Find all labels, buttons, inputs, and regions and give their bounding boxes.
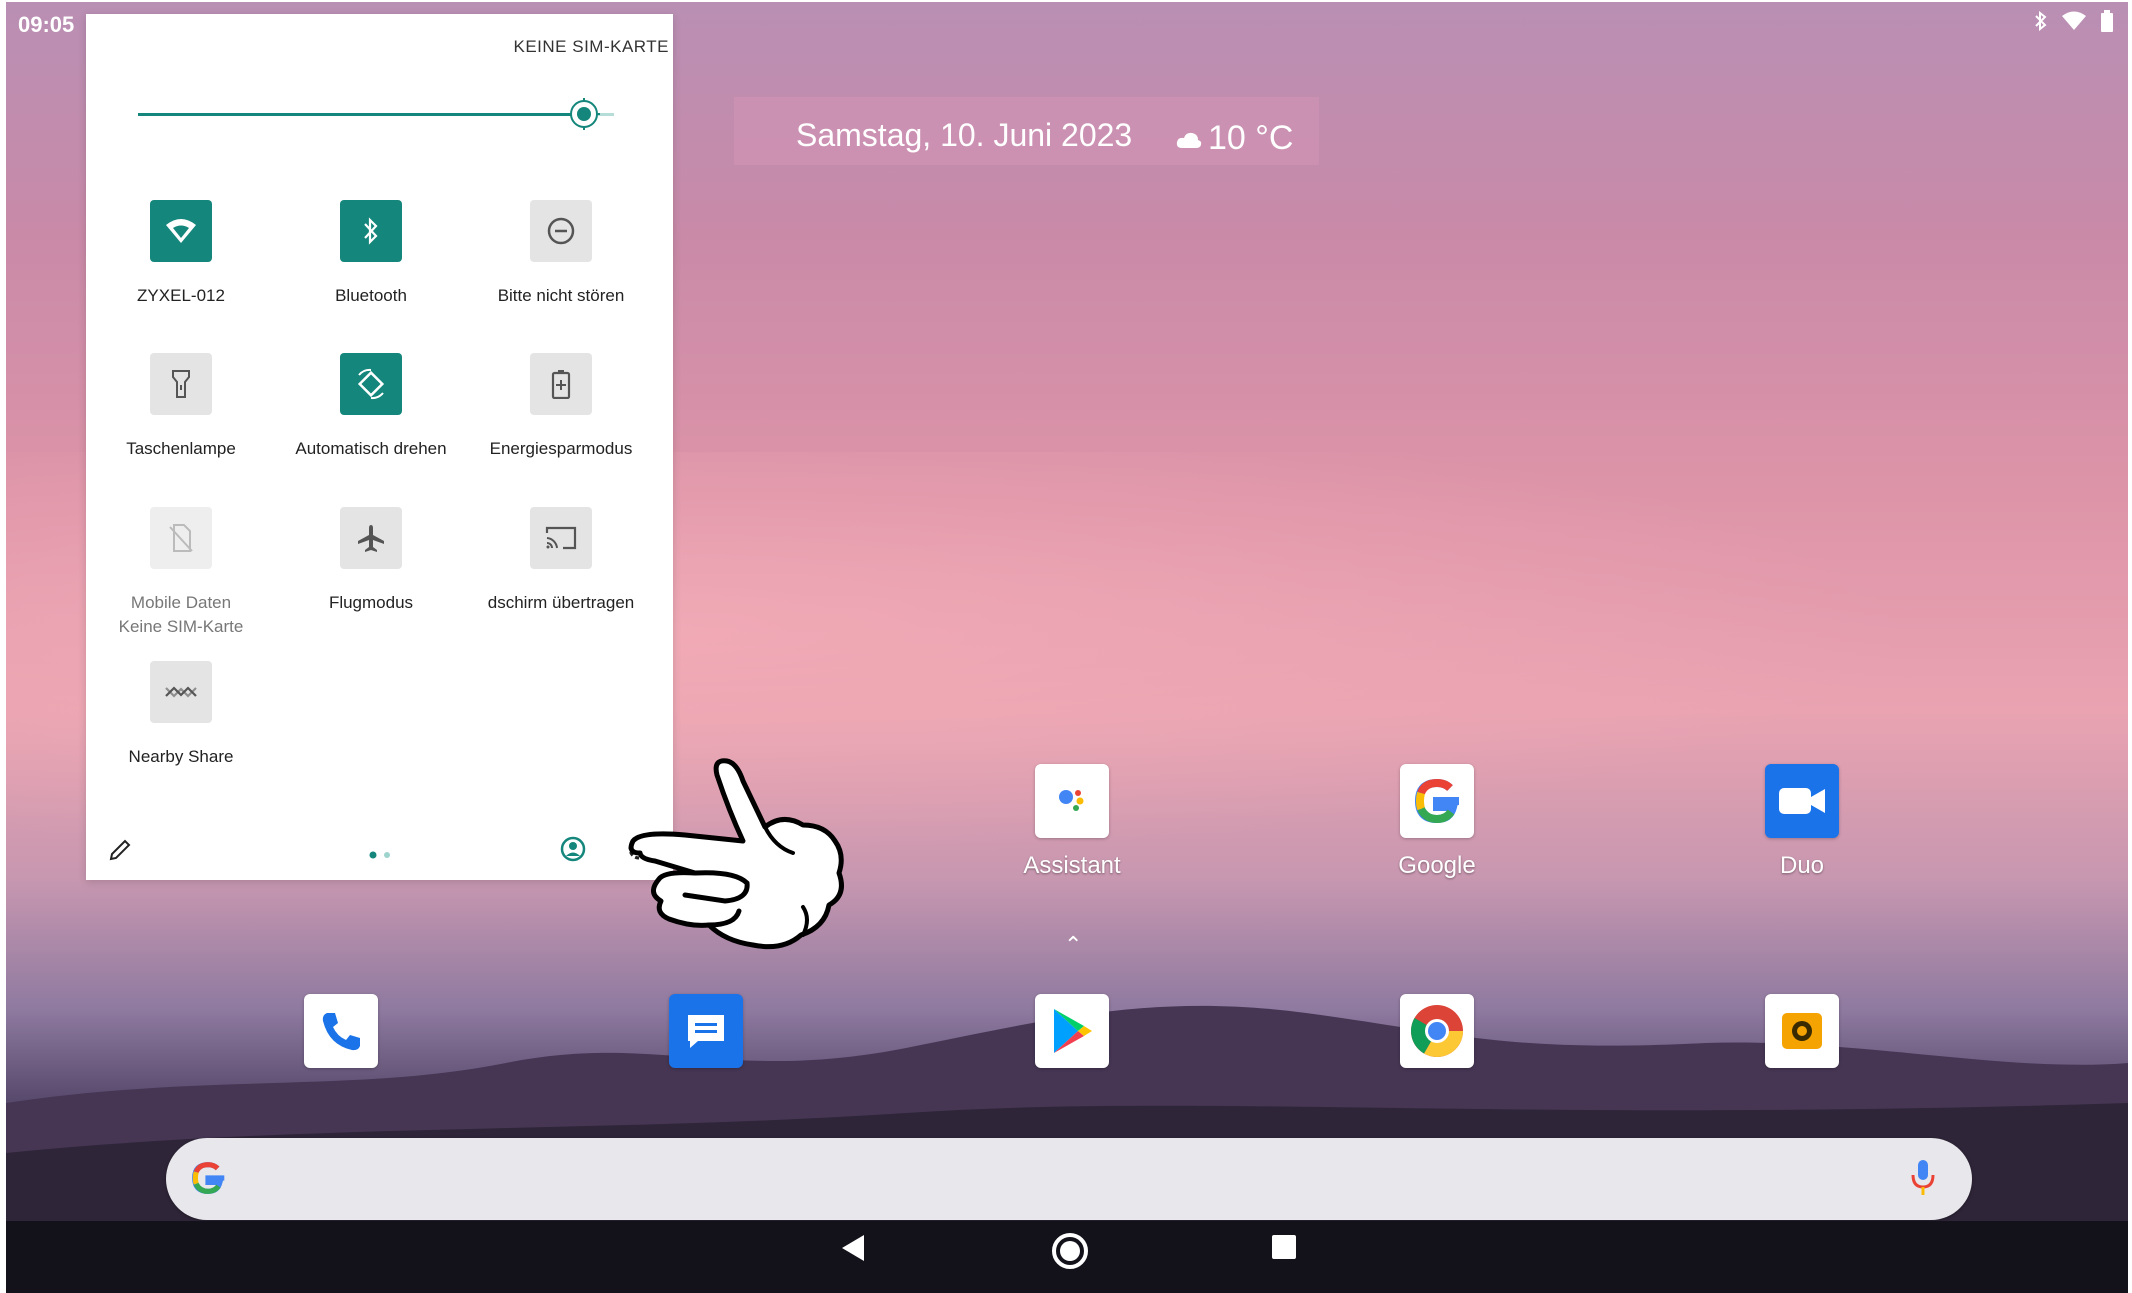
tile-label: dschirm übertragen bbox=[487, 593, 635, 612]
tile-label: Mobile Daten bbox=[130, 593, 232, 612]
tile-label: Flugmodus bbox=[328, 593, 414, 612]
tile-flashlight[interactable]: Taschenlampe bbox=[86, 353, 276, 461]
tile-label: Energiesparmodus bbox=[489, 439, 633, 458]
sim-status: KEINE SIM-KARTE bbox=[513, 37, 669, 56]
quick-settings-footer bbox=[86, 820, 673, 880]
nearby-share-icon bbox=[150, 661, 212, 723]
flashlight-icon bbox=[150, 353, 212, 415]
tile-auto-rotate[interactable]: Automatisch drehen bbox=[276, 353, 466, 461]
battery-saver-icon bbox=[530, 353, 592, 415]
date-text: Samstag, 10. Juni 2023 bbox=[796, 117, 1133, 153]
phone-icon bbox=[304, 994, 378, 1068]
camera-icon bbox=[1765, 994, 1839, 1068]
battery-icon bbox=[2100, 10, 2114, 32]
do-not-disturb-icon bbox=[530, 200, 592, 262]
tile-do-not-disturb[interactable]: Bitte nicht stören bbox=[466, 200, 656, 308]
wifi-icon bbox=[150, 200, 212, 262]
pencil-icon[interactable] bbox=[108, 838, 132, 867]
tile-nearby-share[interactable]: Nearby Share bbox=[86, 661, 276, 769]
weather: 10 °C bbox=[1176, 119, 1293, 158]
google-g-icon bbox=[188, 1158, 228, 1203]
tile-wifi[interactable]: ZYXEL-012 bbox=[86, 200, 276, 308]
bluetooth-icon bbox=[340, 200, 402, 262]
app-label: Assistant bbox=[1023, 852, 1121, 879]
home-button[interactable] bbox=[1050, 1231, 1090, 1276]
app-duo[interactable]: Duo bbox=[1702, 764, 1902, 880]
quick-settings-panel: KEINE SIM-KARTE ZYXEL-012 Bluetooth Bitt… bbox=[86, 14, 673, 880]
tile-screen-cast[interactable]: dschirm übertragen bbox=[466, 507, 656, 615]
cloud-icon bbox=[1176, 119, 1202, 158]
chrome-icon bbox=[1400, 994, 1474, 1068]
wifi-icon bbox=[2062, 11, 2086, 31]
tile-label: Automatisch drehen bbox=[295, 439, 447, 458]
status-time: 09:05 bbox=[18, 12, 75, 37]
cast-icon bbox=[530, 507, 592, 569]
app-label: Google bbox=[1398, 852, 1476, 879]
tile-battery-saver[interactable]: Energiesparmodus bbox=[466, 353, 656, 461]
dock-camera[interactable] bbox=[1702, 994, 1902, 1068]
recents-button[interactable] bbox=[1270, 1233, 1298, 1266]
duo-icon bbox=[1765, 764, 1839, 838]
dock-phone[interactable] bbox=[241, 994, 441, 1068]
app-label: Duo bbox=[1779, 852, 1825, 879]
tile-label: Nearby Share bbox=[128, 747, 234, 766]
dock-play-store[interactable] bbox=[972, 994, 1172, 1068]
navigation-bar bbox=[6, 1221, 2128, 1293]
back-button[interactable] bbox=[840, 1233, 868, 1268]
google-icon bbox=[1400, 764, 1474, 838]
brightness-slider-track[interactable] bbox=[138, 113, 574, 116]
google-search-bar[interactable] bbox=[166, 1138, 1972, 1220]
dock-messages[interactable] bbox=[606, 994, 806, 1068]
app-assistant[interactable]: Assistant bbox=[972, 764, 1172, 880]
pointing-hand-icon bbox=[628, 758, 844, 950]
brightness-slider-thumb[interactable] bbox=[568, 98, 600, 130]
date-weather-widget[interactable]: Samstag, 10. Juni 2023 10 °C bbox=[734, 97, 1319, 165]
page-indicator bbox=[369, 846, 395, 864]
temperature: 10 °C bbox=[1208, 119, 1294, 157]
app-google[interactable]: Google bbox=[1337, 764, 1537, 880]
mobile-data-icon bbox=[150, 507, 212, 569]
tile-label: ZYXEL-012 bbox=[137, 286, 225, 305]
airplane-icon bbox=[340, 507, 402, 569]
tile-airplane-mode[interactable]: Flugmodus bbox=[276, 507, 466, 615]
status-icons bbox=[2034, 10, 2114, 32]
tile-label: Taschenlampe bbox=[126, 439, 236, 458]
tile-label: Bitte nicht stören bbox=[497, 286, 625, 305]
play-store-icon bbox=[1035, 994, 1109, 1068]
mic-icon[interactable] bbox=[1910, 1158, 1936, 1203]
tile-mobile-data[interactable]: Mobile Daten Keine SIM-Karte bbox=[86, 507, 276, 639]
bluetooth-icon bbox=[2034, 11, 2048, 31]
assistant-icon bbox=[1035, 764, 1109, 838]
dock-chrome[interactable] bbox=[1337, 994, 1537, 1068]
messages-icon bbox=[669, 994, 743, 1068]
tile-label: Bluetooth bbox=[335, 286, 407, 305]
user-icon[interactable] bbox=[560, 836, 586, 867]
tile-sublabel: Keine SIM-Karte bbox=[118, 617, 244, 636]
tile-bluetooth[interactable]: Bluetooth bbox=[276, 200, 466, 308]
app-drawer-caret-icon[interactable]: ⌃ bbox=[1064, 932, 1082, 958]
auto-rotate-icon bbox=[340, 353, 402, 415]
